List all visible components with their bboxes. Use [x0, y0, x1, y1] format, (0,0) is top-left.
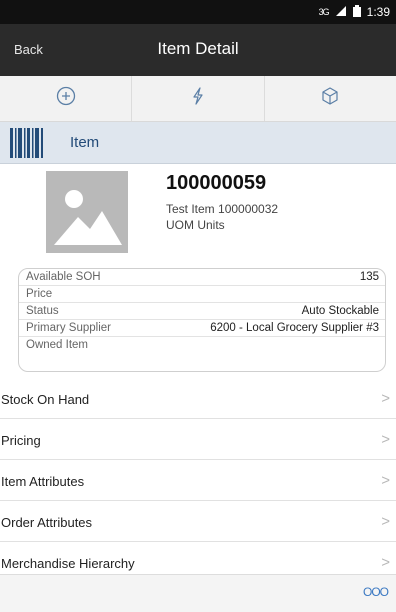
menu-item-stock-on-hand[interactable]: Stock On Hand >: [0, 378, 396, 419]
chevron-right-icon: >: [381, 554, 390, 571]
detail-label: Owned Item: [26, 339, 88, 351]
product-button[interactable]: [265, 76, 396, 121]
menu-item-label: Order Attributes: [1, 515, 93, 530]
menu-item-item-attributes[interactable]: Item Attributes >: [0, 460, 396, 501]
network-label: 3G: [318, 7, 330, 17]
clock: 1:39: [366, 5, 390, 19]
item-image-placeholder: [46, 171, 128, 253]
status-icons: 3G 1:39: [319, 4, 390, 20]
detail-value: Auto Stockable: [301, 305, 379, 317]
detail-row-status: Status Auto Stockable: [19, 303, 385, 320]
detail-row-available-soh: Available SOH 135: [19, 269, 385, 286]
item-summary: 100000059 Test Item 100000032 UOM Units: [0, 164, 396, 256]
barcode-icon: [10, 128, 44, 163]
detail-label: Price: [26, 288, 53, 300]
flash-icon: [187, 85, 209, 112]
detail-label: Available SOH: [26, 271, 101, 283]
menu-item-order-attributes[interactable]: Order Attributes >: [0, 501, 396, 542]
status-bar: 3G 1:39: [0, 0, 396, 24]
item-description: Test Item 100000032: [166, 202, 279, 216]
detail-value: 6200 - Local Grocery Supplier #3: [210, 322, 379, 334]
item-number: 100000059: [166, 172, 267, 194]
item-uom: UOM Units: [166, 218, 225, 232]
add-icon: [55, 85, 77, 112]
page-title: Item Detail: [157, 39, 239, 58]
chevron-right-icon: >: [381, 431, 390, 448]
detail-menu: Stock On Hand > Pricing > Item Attribute…: [0, 378, 396, 583]
chevron-right-icon: >: [381, 513, 390, 530]
cube-icon: [319, 85, 341, 112]
action-toolbar: [0, 76, 396, 122]
app-header: Back Item Detail: [0, 24, 396, 76]
menu-item-label: Item Attributes: [1, 474, 85, 489]
item-section-header: Item: [0, 122, 396, 164]
detail-label: Status: [26, 305, 59, 317]
add-button[interactable]: [0, 76, 133, 121]
menu-item-label: Merchandise Hierarchy: [1, 556, 135, 571]
footer-bar: OOO: [0, 574, 396, 612]
detail-label: Primary Supplier: [26, 322, 111, 334]
more-options-button[interactable]: OOO: [363, 585, 389, 599]
detail-row-primary-supplier: Primary Supplier 6200 - Local Grocery Su…: [19, 320, 385, 337]
chevron-right-icon: >: [381, 472, 390, 489]
chevron-right-icon: >: [381, 390, 390, 407]
quick-action-button[interactable]: [132, 76, 265, 121]
menu-item-label: Stock On Hand: [1, 392, 90, 407]
item-details-card: Available SOH 135 Price Status Auto Stoc…: [18, 268, 386, 372]
detail-row-price: Price: [19, 286, 385, 303]
menu-item-pricing[interactable]: Pricing >: [0, 419, 396, 460]
detail-value: 135: [359, 271, 379, 283]
battery-icon: [352, 4, 361, 20]
detail-row-owned-item: Owned Item: [19, 337, 385, 354]
signal-icon: [335, 5, 347, 20]
section-label: Item: [70, 134, 100, 151]
image-icon: [46, 171, 128, 253]
menu-item-label: Pricing: [1, 433, 41, 448]
